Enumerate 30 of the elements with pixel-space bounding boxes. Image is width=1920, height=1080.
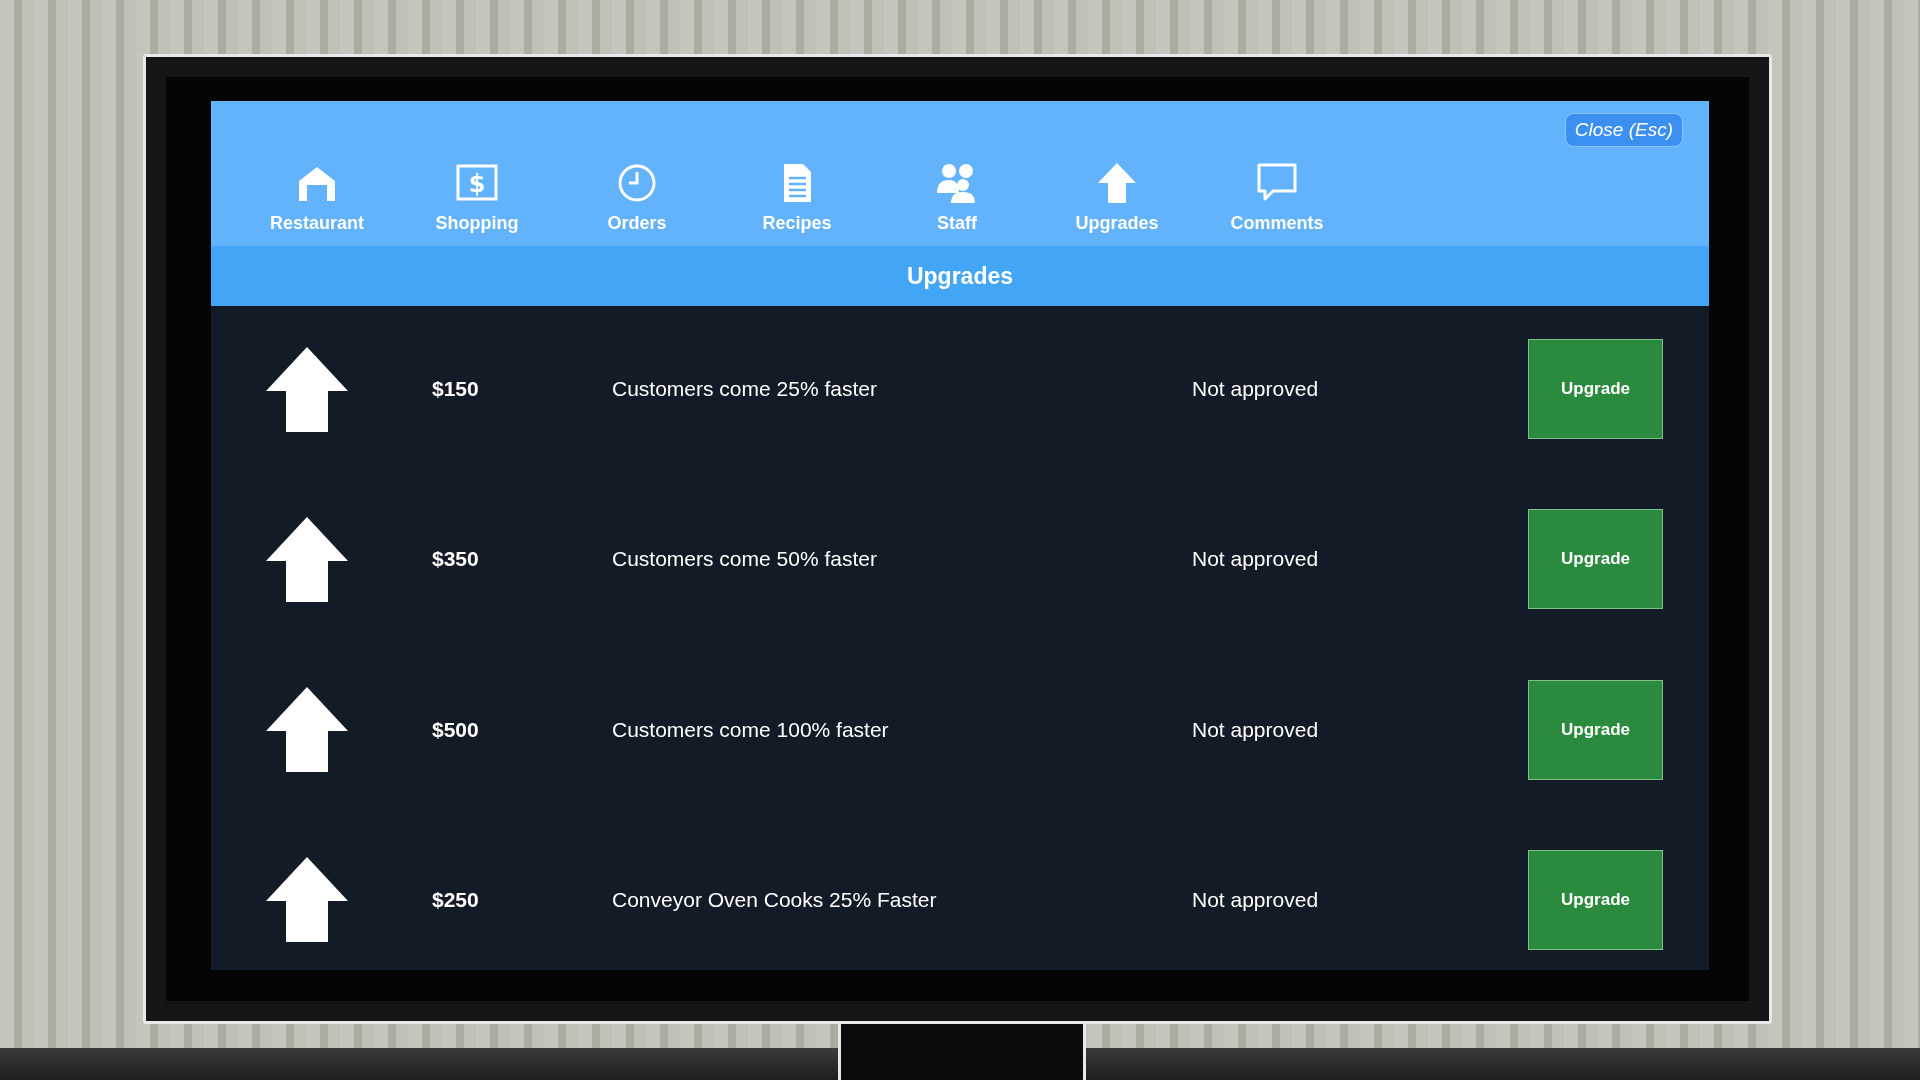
upgrade-button[interactable]: Upgrade bbox=[1528, 850, 1663, 950]
page-title: Upgrades bbox=[906, 262, 1014, 290]
upgrade-button[interactable]: Upgrade bbox=[1528, 339, 1663, 439]
nav-tab[interactable]: Staff bbox=[907, 161, 1007, 234]
nav-tab[interactable]: Restaurant bbox=[267, 161, 367, 234]
approval-status: Not approved bbox=[1192, 547, 1320, 572]
approval-status: Not approved bbox=[1192, 888, 1320, 912]
upgrade-description: Customers come 100% faster bbox=[612, 717, 890, 742]
nav-tab[interactable]: Upgrades bbox=[1067, 161, 1167, 234]
up-arrow-icon bbox=[266, 857, 348, 943]
approval-status: Not approved bbox=[1192, 377, 1320, 401]
upgrade-button[interactable]: Upgrade bbox=[1528, 679, 1663, 780]
upgrade-description: Customers come 50% faster bbox=[612, 547, 878, 572]
nav-tab[interactable]: Orders bbox=[587, 161, 687, 234]
price: $150 bbox=[432, 377, 480, 401]
up-arrow-icon bbox=[1095, 161, 1139, 205]
upgrade-description: Conveyor Oven Cooks 25% Faster bbox=[612, 888, 938, 912]
price: $250 bbox=[432, 888, 480, 912]
price: $350 bbox=[432, 547, 480, 572]
close-button[interactable]: Close (Esc) bbox=[1564, 113, 1683, 147]
upgrade-button[interactable]: Upgrade bbox=[1528, 509, 1663, 610]
approval-status: Not approved bbox=[1192, 717, 1320, 742]
up-arrow-icon bbox=[266, 346, 348, 432]
nav-tab[interactable]: Recipes bbox=[747, 161, 847, 234]
upgrade-description: Customers come 25% faster bbox=[612, 377, 878, 401]
up-arrow-icon bbox=[266, 516, 348, 602]
up-arrow-icon bbox=[266, 687, 348, 773]
price: $500 bbox=[432, 717, 480, 742]
nav-tab[interactable]: $ Shopping bbox=[427, 161, 527, 234]
nav-tab[interactable]: Comments bbox=[1227, 161, 1327, 234]
